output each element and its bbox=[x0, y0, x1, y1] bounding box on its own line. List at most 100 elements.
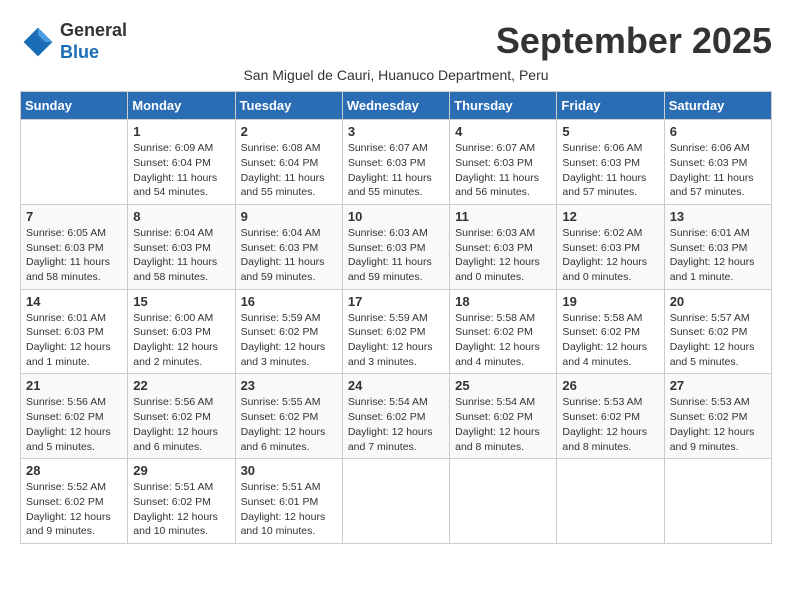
calendar-cell: 3 Sunrise: 6:07 AM Sunset: 6:03 PM Daylig… bbox=[342, 120, 449, 205]
calendar-week-4: 21 Sunrise: 5:56 AM Sunset: 6:02 PM Dayli… bbox=[21, 374, 772, 459]
day-info: Sunrise: 6:00 AM Sunset: 6:03 PM Dayligh… bbox=[133, 311, 229, 370]
calendar-cell: 24Sunrise: 5:54 AM Sunset: 6:02 PM Dayli… bbox=[342, 374, 449, 459]
day-info: Sunrise: 6:03 AM Sunset: 6:03 PM Dayligh… bbox=[455, 226, 551, 285]
calendar-cell bbox=[557, 459, 664, 544]
day-info: Sunrise: 6:08 AM Sunset: 6:04 PM Dayligh… bbox=[241, 141, 337, 200]
day-number: 29 bbox=[133, 463, 229, 478]
title-block: September 2025 bbox=[496, 20, 772, 62]
page-header: General Blue September 2025 bbox=[20, 20, 772, 63]
day-number: 14 bbox=[26, 294, 122, 309]
day-number: 10 bbox=[348, 209, 444, 224]
day-number: 15 bbox=[133, 294, 229, 309]
calendar-cell: 25 Sunrise: 5:54 AM Sunset: 6:02 PM Dayli… bbox=[450, 374, 557, 459]
day-info: Sunrise: 6:02 AM Sunset: 6:03 PM Dayligh… bbox=[562, 226, 658, 285]
calendar-cell: 18Sunrise: 5:58 AM Sunset: 6:02 PM Dayli… bbox=[450, 289, 557, 374]
logo-blue: Blue bbox=[60, 42, 99, 62]
day-number: 5 bbox=[562, 124, 658, 139]
day-number: 20 bbox=[670, 294, 766, 309]
day-number: 25 bbox=[455, 378, 551, 393]
calendar-cell: 19 Sunrise: 5:58 AM Sunset: 6:02 PM Dayli… bbox=[557, 289, 664, 374]
day-number: 30 bbox=[241, 463, 337, 478]
day-info: Sunrise: 5:59 AM Sunset: 6:02 PM Dayligh… bbox=[241, 311, 337, 370]
calendar-cell: 28 Sunrise: 5:52 AM Sunset: 6:02 PM Dayli… bbox=[21, 459, 128, 544]
day-info: Sunrise: 5:59 AM Sunset: 6:02 PM Dayligh… bbox=[348, 311, 444, 370]
calendar-week-1: 1 Sunrise: 6:09 AM Sunset: 6:04 PM Daylig… bbox=[21, 120, 772, 205]
day-info: Sunrise: 6:07 AM Sunset: 6:03 PM Dayligh… bbox=[455, 141, 551, 200]
day-info: Sunrise: 6:01 AM Sunset: 6:03 PM Dayligh… bbox=[670, 226, 766, 285]
calendar-cell: 14 Sunrise: 6:01 AM Sunset: 6:03 PM Dayli… bbox=[21, 289, 128, 374]
day-info: Sunrise: 6:04 AM Sunset: 6:03 PM Dayligh… bbox=[241, 226, 337, 285]
day-info: Sunrise: 5:58 AM Sunset: 6:02 PM Dayligh… bbox=[562, 311, 658, 370]
calendar-table: SundayMondayTuesdayWednesdayThursdayFrid… bbox=[20, 91, 772, 544]
day-info: Sunrise: 5:51 AM Sunset: 6:01 PM Dayligh… bbox=[241, 480, 337, 539]
calendar-cell: 12 Sunrise: 6:02 AM Sunset: 6:03 PM Dayli… bbox=[557, 204, 664, 289]
calendar-cell: 17 Sunrise: 5:59 AM Sunset: 6:02 PM Dayli… bbox=[342, 289, 449, 374]
weekday-header-saturday: Saturday bbox=[664, 92, 771, 120]
day-number: 13 bbox=[670, 209, 766, 224]
calendar-cell: 13 Sunrise: 6:01 AM Sunset: 6:03 PM Dayli… bbox=[664, 204, 771, 289]
day-number: 1 bbox=[133, 124, 229, 139]
weekday-header-monday: Monday bbox=[128, 92, 235, 120]
calendar-cell: 22Sunrise: 5:56 AM Sunset: 6:02 PM Dayli… bbox=[128, 374, 235, 459]
day-number: 3 bbox=[348, 124, 444, 139]
location-subtitle: San Miguel de Cauri, Huanuco Department,… bbox=[20, 67, 772, 83]
calendar-week-3: 14 Sunrise: 6:01 AM Sunset: 6:03 PM Dayli… bbox=[21, 289, 772, 374]
day-number: 11 bbox=[455, 209, 551, 224]
calendar-cell bbox=[664, 459, 771, 544]
day-info: Sunrise: 5:52 AM Sunset: 6:02 PM Dayligh… bbox=[26, 480, 122, 539]
calendar-cell: 11 Sunrise: 6:03 AM Sunset: 6:03 PM Dayli… bbox=[450, 204, 557, 289]
day-number: 21 bbox=[26, 378, 122, 393]
weekday-header-tuesday: Tuesday bbox=[235, 92, 342, 120]
day-number: 9 bbox=[241, 209, 337, 224]
day-number: 27 bbox=[670, 378, 766, 393]
day-number: 17 bbox=[348, 294, 444, 309]
day-info: Sunrise: 6:04 AM Sunset: 6:03 PM Dayligh… bbox=[133, 226, 229, 285]
day-info: Sunrise: 5:53 AM Sunset: 6:02 PM Dayligh… bbox=[670, 395, 766, 454]
day-info: Sunrise: 5:56 AM Sunset: 6:02 PM Dayligh… bbox=[26, 395, 122, 454]
calendar-cell: 5Sunrise: 6:06 AM Sunset: 6:03 PM Daylig… bbox=[557, 120, 664, 205]
calendar-cell: 6Sunrise: 6:06 AM Sunset: 6:03 PM Daylig… bbox=[664, 120, 771, 205]
day-info: Sunrise: 5:55 AM Sunset: 6:02 PM Dayligh… bbox=[241, 395, 337, 454]
day-number: 7 bbox=[26, 209, 122, 224]
day-info: Sunrise: 6:07 AM Sunset: 6:03 PM Dayligh… bbox=[348, 141, 444, 200]
day-info: Sunrise: 5:57 AM Sunset: 6:02 PM Dayligh… bbox=[670, 311, 766, 370]
day-number: 12 bbox=[562, 209, 658, 224]
day-number: 16 bbox=[241, 294, 337, 309]
day-info: Sunrise: 5:53 AM Sunset: 6:02 PM Dayligh… bbox=[562, 395, 658, 454]
calendar-cell: 23Sunrise: 5:55 AM Sunset: 6:02 PM Dayli… bbox=[235, 374, 342, 459]
calendar-cell: 27 Sunrise: 5:53 AM Sunset: 6:02 PM Dayli… bbox=[664, 374, 771, 459]
day-info: Sunrise: 5:51 AM Sunset: 6:02 PM Dayligh… bbox=[133, 480, 229, 539]
day-info: Sunrise: 6:03 AM Sunset: 6:03 PM Dayligh… bbox=[348, 226, 444, 285]
calendar-cell: 4 Sunrise: 6:07 AM Sunset: 6:03 PM Daylig… bbox=[450, 120, 557, 205]
weekday-header-sunday: Sunday bbox=[21, 92, 128, 120]
weekday-header-friday: Friday bbox=[557, 92, 664, 120]
calendar-cell: 1 Sunrise: 6:09 AM Sunset: 6:04 PM Daylig… bbox=[128, 120, 235, 205]
calendar-week-5: 28 Sunrise: 5:52 AM Sunset: 6:02 PM Dayli… bbox=[21, 459, 772, 544]
logo: General Blue bbox=[20, 20, 127, 63]
day-number: 4 bbox=[455, 124, 551, 139]
day-number: 2 bbox=[241, 124, 337, 139]
calendar-cell: 29 Sunrise: 5:51 AM Sunset: 6:02 PM Dayli… bbox=[128, 459, 235, 544]
calendar-cell: 9 Sunrise: 6:04 AM Sunset: 6:03 PM Daylig… bbox=[235, 204, 342, 289]
calendar-cell: 7 Sunrise: 6:05 AM Sunset: 6:03 PM Daylig… bbox=[21, 204, 128, 289]
calendar-cell: 15 Sunrise: 6:00 AM Sunset: 6:03 PM Dayli… bbox=[128, 289, 235, 374]
calendar-cell: 21 Sunrise: 5:56 AM Sunset: 6:02 PM Dayli… bbox=[21, 374, 128, 459]
day-info: Sunrise: 5:54 AM Sunset: 6:02 PM Dayligh… bbox=[455, 395, 551, 454]
day-info: Sunrise: 6:01 AM Sunset: 6:03 PM Dayligh… bbox=[26, 311, 122, 370]
day-number: 8 bbox=[133, 209, 229, 224]
day-info: Sunrise: 6:09 AM Sunset: 6:04 PM Dayligh… bbox=[133, 141, 229, 200]
calendar-cell: 2 Sunrise: 6:08 AM Sunset: 6:04 PM Daylig… bbox=[235, 120, 342, 205]
day-number: 28 bbox=[26, 463, 122, 478]
calendar-cell bbox=[450, 459, 557, 544]
logo-icon bbox=[20, 24, 56, 60]
day-number: 19 bbox=[562, 294, 658, 309]
weekday-header-wednesday: Wednesday bbox=[342, 92, 449, 120]
calendar-week-2: 7 Sunrise: 6:05 AM Sunset: 6:03 PM Daylig… bbox=[21, 204, 772, 289]
day-number: 22 bbox=[133, 378, 229, 393]
logo-general: General bbox=[60, 20, 127, 40]
day-info: Sunrise: 5:58 AM Sunset: 6:02 PM Dayligh… bbox=[455, 311, 551, 370]
calendar-cell: 10 Sunrise: 6:03 AM Sunset: 6:03 PM Dayli… bbox=[342, 204, 449, 289]
day-number: 26 bbox=[562, 378, 658, 393]
day-info: Sunrise: 6:05 AM Sunset: 6:03 PM Dayligh… bbox=[26, 226, 122, 285]
day-number: 6 bbox=[670, 124, 766, 139]
